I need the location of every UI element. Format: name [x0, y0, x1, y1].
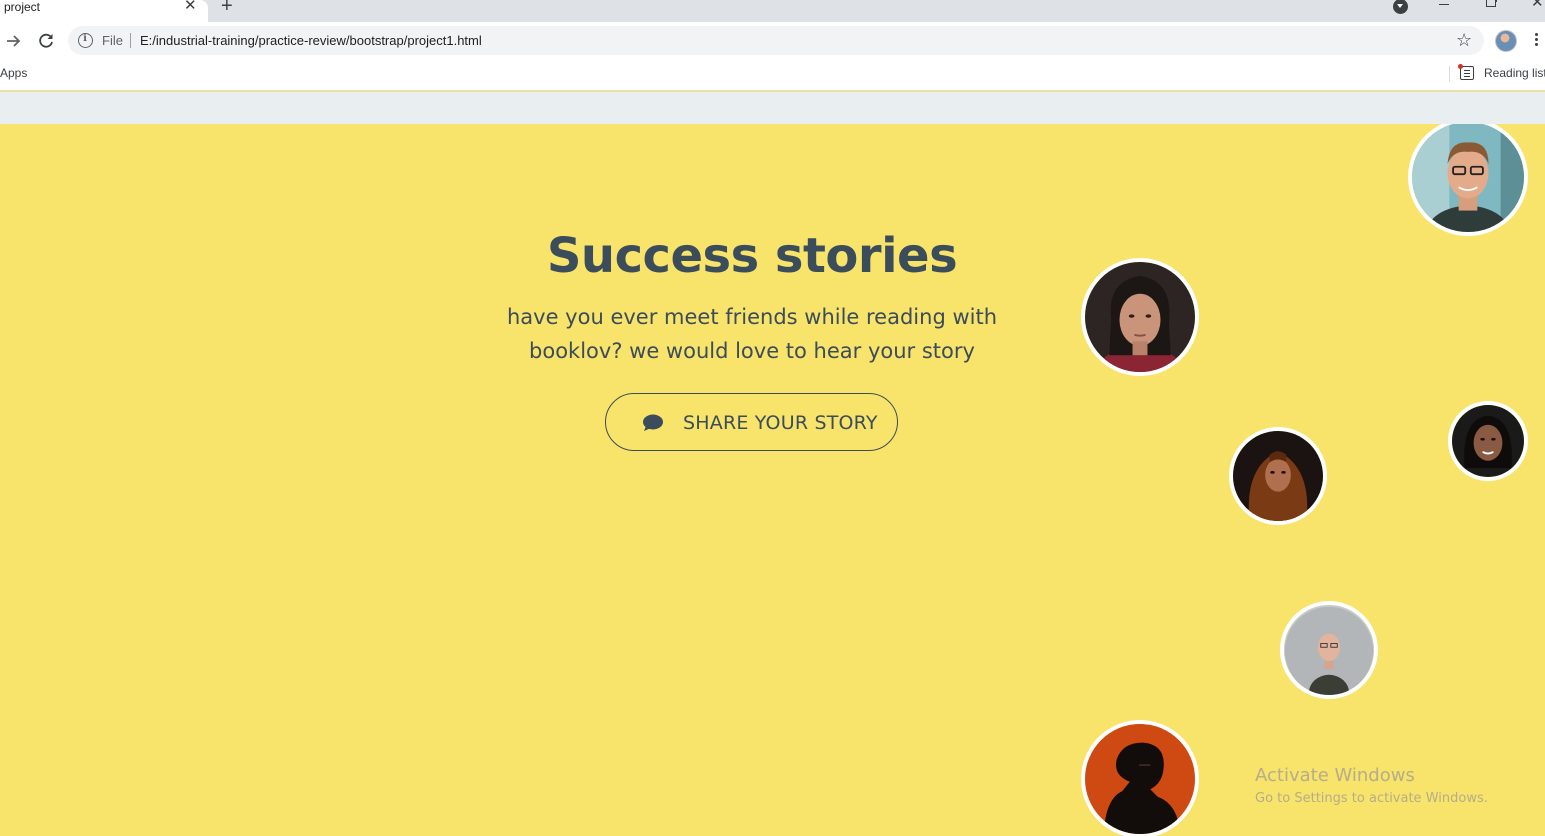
- avatar-woman-red: [1081, 258, 1199, 376]
- avatar-woman-hijab: [1229, 427, 1327, 525]
- bookmark-star-icon[interactable]: ☆: [1456, 30, 1476, 50]
- close-window-icon[interactable]: ✕: [1531, 0, 1544, 10]
- forward-icon[interactable]: [4, 31, 24, 51]
- site-info-icon[interactable]: [78, 33, 93, 48]
- bookmarks-bar: Apps Reading list: [0, 60, 1545, 91]
- share-story-button[interactable]: SHARE YOUR STORY: [605, 393, 898, 451]
- avatar-woman-smile: [1448, 401, 1528, 481]
- profile-avatar[interactable]: [1495, 30, 1517, 52]
- minimize-icon[interactable]: [1439, 4, 1449, 5]
- section-title: Success stories: [546, 228, 958, 284]
- bookmark-apps[interactable]: Apps: [0, 66, 27, 80]
- avatar-bald-man: [1280, 601, 1378, 699]
- bookmarks-divider: [1449, 66, 1450, 82]
- reload-icon[interactable]: [36, 31, 56, 51]
- avatar-silhouette-orange: [1081, 720, 1199, 836]
- success-stories-section: Success stories have you ever meet frien…: [0, 124, 1545, 836]
- share-story-label: SHARE YOUR STORY: [683, 412, 878, 434]
- reading-list-button[interactable]: Reading list: [1484, 66, 1545, 80]
- speech-bubble-icon: [643, 414, 663, 431]
- activate-windows-subtitle: Go to Settings to activate Windows.: [1255, 791, 1488, 806]
- site-navbar: [0, 92, 1545, 124]
- subtitle-line-1: have you ever meet friends while reading…: [506, 305, 998, 329]
- activate-windows-title: Activate Windows: [1255, 765, 1415, 786]
- close-tab-icon[interactable]: ✕: [184, 0, 197, 13]
- omnibox-divider: [130, 33, 131, 48]
- tab-search-icon[interactable]: [1393, 0, 1408, 14]
- reading-list-icon[interactable]: [1458, 64, 1474, 80]
- restore-icon[interactable]: [1486, 0, 1497, 7]
- tab-project[interactable]: project ✕: [0, 0, 208, 22]
- avatar-man-glasses: [1408, 124, 1528, 236]
- subtitle-line-2: booklov? we would love to hear your stor…: [529, 339, 975, 363]
- section-subtitle: have you ever meet friends while reading…: [502, 300, 1002, 368]
- url-text[interactable]: E:/industrial-training/practice-review/b…: [140, 33, 482, 48]
- browser-toolbar: File E:/industrial-training/practice-rev…: [0, 22, 1545, 60]
- tab-title: project: [4, 0, 41, 14]
- new-tab-icon[interactable]: +: [221, 0, 233, 16]
- tab-strip: project ✕ + ✕: [0, 0, 1545, 22]
- menu-kebab-icon[interactable]: [1535, 33, 1539, 47]
- url-scheme-label: File: [102, 33, 123, 48]
- address-bar[interactable]: File E:/industrial-training/practice-rev…: [68, 26, 1484, 55]
